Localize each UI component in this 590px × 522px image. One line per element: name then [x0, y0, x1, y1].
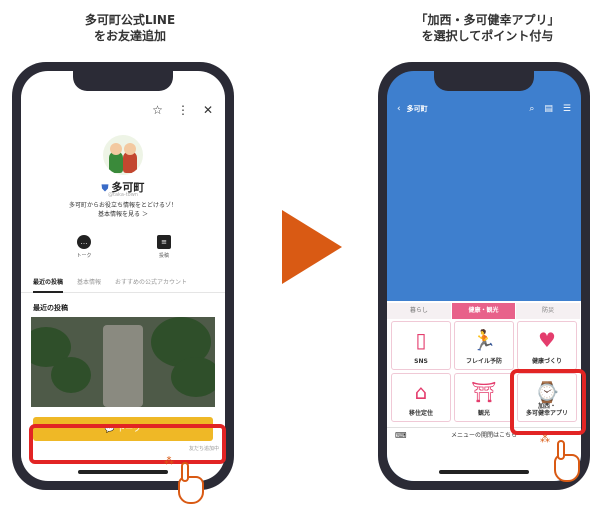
menu-label: SNS: [414, 358, 428, 365]
menu-sightseeing[interactable]: ⛩ 観光: [454, 373, 514, 422]
caption-line: をお友達追加: [93, 29, 166, 43]
tap-hand-icon: ⁂: [164, 456, 210, 506]
caption-line: 多可町公式LINE: [84, 13, 176, 27]
more-icon[interactable]: ⋮: [177, 103, 189, 117]
menu-icon[interactable]: ☰: [563, 104, 571, 114]
caption-line: を選択してポイント付与: [421, 29, 554, 43]
chat-action[interactable]: … トーク: [69, 235, 99, 259]
top-icons: ☆ ⋮ ✕: [152, 103, 213, 117]
back-icon[interactable]: ‹: [397, 104, 401, 114]
notes-icon[interactable]: ▤: [544, 104, 553, 114]
tab-recommended[interactable]: おすすめの公式アカウント: [115, 277, 187, 292]
highlight-health-app: [510, 369, 586, 435]
menu-label: フレイル予防: [465, 358, 502, 365]
menu-frailty[interactable]: 🏃 フレイル予防: [454, 321, 514, 370]
post-icon: ≡: [157, 235, 171, 249]
search-icon[interactable]: ⌕: [529, 104, 534, 114]
close-icon[interactable]: ✕: [203, 103, 213, 117]
profile-description: 多可町からお役立ち情報をとどけるゾ！ 基本情報を見る ＞: [21, 201, 225, 219]
phone-notch: [73, 71, 173, 91]
description-line: 多可町からお役立ち情報をとどけるゾ！: [68, 202, 177, 209]
menu-toggle-label: メニューの開閉はこちら: [450, 432, 517, 439]
menu-health[interactable]: ♥ 健康づくり: [517, 321, 577, 370]
tab-recent-posts[interactable]: 最近の投稿: [33, 277, 64, 293]
chat-title: 多可町: [406, 105, 428, 113]
avatar: [103, 135, 143, 175]
menu-migration[interactable]: ⌂ 移住定住: [391, 373, 451, 422]
house-icon: ⌂: [414, 380, 428, 404]
step2-caption: 「加西・多可健幸アプリ」 を選択してポイント付与: [385, 12, 590, 44]
favorite-icon[interactable]: ☆: [152, 103, 163, 117]
account-id: @taka-town: [108, 192, 138, 198]
post-action[interactable]: ≡ 投稿: [149, 235, 179, 259]
home-indicator: [78, 470, 168, 474]
step1-caption: 多可町公式LINE をお友達追加: [30, 12, 230, 44]
tab-basic-info[interactable]: 基本情報: [77, 277, 101, 292]
tab-disaster[interactable]: 防災: [516, 303, 581, 319]
chat-header: ‹ 多可町 ⌕ ▤ ☰: [397, 101, 571, 117]
next-arrow-icon: [282, 210, 342, 284]
posts-heading: 最近の投稿: [33, 304, 68, 312]
heart-icon: ♥: [538, 328, 556, 352]
caption-line: 「加西・多可健幸アプリ」: [415, 13, 560, 27]
category-tabs: 暮らし 健康・観光 防災: [387, 303, 581, 319]
menu-label: 観光: [477, 410, 490, 417]
post-photo[interactable]: [31, 317, 215, 407]
menu-label: 健康づくり: [531, 358, 562, 365]
tab-living[interactable]: 暮らし: [387, 303, 452, 319]
menu-label: 移住定住: [408, 410, 433, 417]
action-label: トーク: [76, 253, 92, 259]
basic-info-link[interactable]: 基本情報を見る ＞: [21, 210, 225, 219]
chat-icon: …: [77, 235, 91, 249]
phone-notch: [434, 71, 534, 91]
action-label: 投稿: [158, 253, 169, 259]
exercise-icon: 🏃: [471, 328, 497, 352]
line-profile-screen: ☆ ⋮ ✕ ⛊ 多可町 @taka-town 多可町からお役立ち情報をとどけるゾ！…: [21, 71, 225, 481]
menu-sns[interactable]: ▯ SNS: [391, 321, 451, 370]
profile-tabs: 最近の投稿 基本情報 おすすめの公式アカウント: [21, 277, 225, 293]
tap-hand-icon: ⁂: [540, 434, 586, 484]
smartphone-icon: ▯: [415, 328, 427, 352]
sightseeing-icon: ⛩: [471, 380, 497, 404]
keyboard-icon[interactable]: ⌨: [395, 428, 407, 444]
highlight-talk-button: [29, 424, 226, 464]
tab-health[interactable]: 健康・観光: [451, 303, 517, 319]
home-indicator: [439, 470, 529, 474]
